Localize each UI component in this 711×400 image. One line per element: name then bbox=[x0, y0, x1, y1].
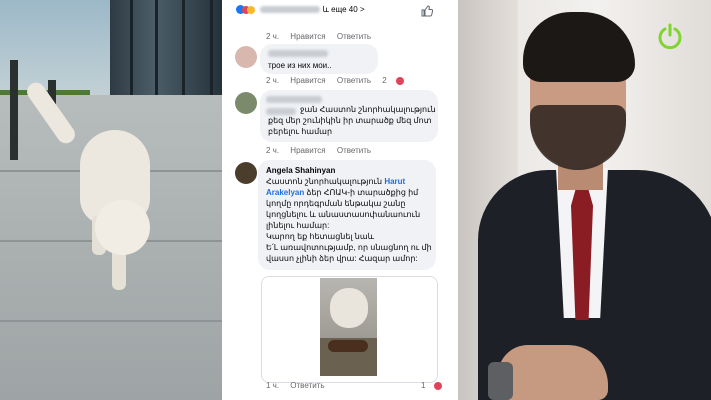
comment-line: վասսո չլինի ձեր վրա: Հազար ամոր: bbox=[266, 254, 418, 263]
comment-line: Ե՛Լ առավոտությամբ, որ սնացնող ու մի bbox=[266, 243, 432, 252]
comment-line: Հաստոն շնորհակալություն Harut bbox=[266, 176, 405, 187]
comment-meta: 2 ч. Нравится Ответить bbox=[266, 32, 380, 41]
comment-line: քեզ մեր շունիկին իր տարածք մեզ մոտ bbox=[268, 116, 432, 125]
wristwatch bbox=[488, 362, 513, 400]
heart-reaction-icon bbox=[395, 76, 404, 85]
like-link[interactable]: Нравится bbox=[290, 76, 325, 85]
like-link[interactable]: Нравится bbox=[290, 32, 325, 41]
comment-time: 2 ч. bbox=[266, 146, 280, 155]
like-link[interactable]: Нравится bbox=[290, 146, 325, 155]
comments-panel: և еще 40 > 2 ч. Нравится Ответить трое и… bbox=[222, 0, 458, 400]
comment-line: կողցնելու և անաստասոփանաուուն bbox=[266, 210, 421, 219]
comment-line: լինելու համար: bbox=[266, 221, 330, 230]
comment-bubble: Angela Shahinyan Հաստոն շնորհակալություն… bbox=[258, 160, 436, 270]
blurred-word bbox=[266, 108, 296, 115]
comment-time: 1 ч. bbox=[266, 381, 280, 390]
reply-link[interactable]: Ответить bbox=[337, 146, 371, 155]
portrait-photo bbox=[458, 0, 711, 400]
comment-author[interactable]: Angela Shahinyan bbox=[266, 165, 335, 176]
avatar[interactable] bbox=[235, 46, 257, 68]
photo-dog bbox=[330, 288, 368, 328]
hair bbox=[523, 12, 635, 82]
comment-line: կողմը որդեգրման ենթակա շանը bbox=[266, 199, 406, 208]
reaction-count: 2 bbox=[382, 76, 387, 85]
hands bbox=[498, 345, 608, 400]
heart-reaction-icon bbox=[434, 381, 443, 390]
reaction-summary[interactable]: և еще 40 > bbox=[236, 5, 365, 15]
comment-time: 2 ч. bbox=[266, 76, 280, 85]
haha-reaction-icon bbox=[247, 5, 255, 14]
reaction-badge: 1 bbox=[421, 381, 451, 390]
blurred-names bbox=[260, 6, 321, 14]
photo-food bbox=[328, 340, 368, 352]
comment-bubble: ջան Հաստոն շնորհակալություն քեզ մեր շուն… bbox=[260, 90, 438, 142]
chevron-right-icon: > bbox=[359, 5, 365, 14]
attached-dog-photo[interactable] bbox=[320, 278, 377, 376]
thumbs-up-icon[interactable] bbox=[421, 5, 434, 17]
blurred-author bbox=[268, 50, 328, 57]
blurred-author bbox=[266, 96, 322, 103]
comment-meta: 2 ч. Нравится Ответить 2 bbox=[266, 76, 413, 85]
reply-link[interactable]: Ответить bbox=[337, 76, 371, 85]
comment-time: 2 ч. bbox=[266, 32, 280, 41]
comment-bubble: трое из них мои.. bbox=[260, 44, 378, 74]
comment-line: Կարող եք հետացնել նաև bbox=[266, 232, 375, 241]
railing-post bbox=[10, 60, 18, 160]
comment-text: трое из них мои.. bbox=[268, 61, 332, 70]
avatar[interactable] bbox=[235, 162, 257, 184]
comment-meta: 1 ч. Ответить bbox=[266, 381, 334, 390]
comment-text: ձեր ՀՈԱԿ-ի տարածքից իմ bbox=[306, 188, 419, 197]
comment-line: ջան Հաստոն շնորհակալություն bbox=[300, 105, 436, 114]
reply-link[interactable]: Ответить bbox=[337, 32, 371, 41]
path-line bbox=[0, 320, 222, 322]
avatar[interactable] bbox=[235, 92, 257, 114]
comment-line: Arakelyan ձեր ՀՈԱԿ-ի տարածքից իմ bbox=[266, 187, 418, 198]
beard bbox=[530, 105, 626, 170]
more-reactions-label: և еще 40 bbox=[322, 5, 358, 14]
comment-text: Հաստոն շնորհակալություն bbox=[266, 177, 383, 186]
reply-link[interactable]: Ответить bbox=[290, 381, 324, 390]
comment-line: բերելու համար bbox=[268, 127, 333, 136]
reaction-count: 1 bbox=[421, 381, 426, 390]
comment-meta: 2 ч. Нравится Ответить bbox=[266, 146, 380, 155]
dog-head bbox=[95, 200, 150, 255]
dog-photo bbox=[0, 0, 222, 400]
mention-link[interactable]: Arakelyan bbox=[266, 188, 304, 197]
power-icon bbox=[656, 22, 684, 50]
mention-link[interactable]: Harut bbox=[384, 177, 405, 186]
